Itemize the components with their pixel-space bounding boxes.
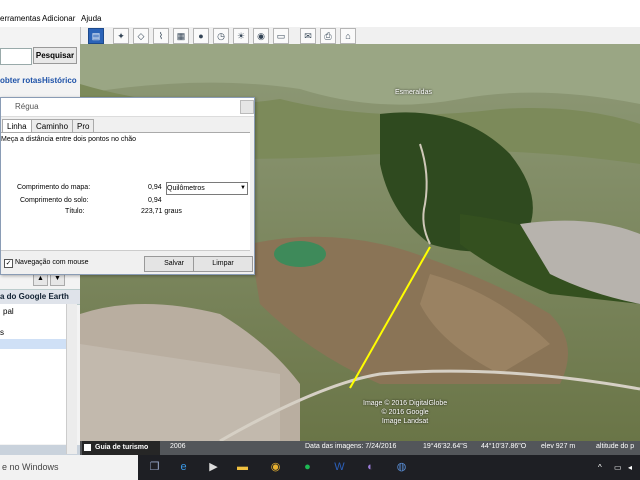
toolbar: ▤ ✦ ◇ ⌇ ▦ ● ◷ ☀ ◉ ▭ ✉ ⎙ ⌂ xyxy=(80,27,640,45)
tab-line[interactable]: Linha xyxy=(2,119,32,133)
imagery-credits: Image © 2016 DigitalGlobe © 2016 Google … xyxy=(363,399,447,426)
nav-mouse-checkbox[interactable]: ✓ xyxy=(4,259,13,268)
path-icon[interactable]: ⌇ xyxy=(153,28,169,44)
chevron-down-icon: ▼ xyxy=(240,185,246,191)
google-earth-icon[interactable]: ◍ xyxy=(393,459,410,476)
places-header[interactable]: a do Google Earth xyxy=(0,289,80,305)
sidebar-toggle-icon[interactable]: ▤ xyxy=(88,28,104,44)
map-length-label: Comprimento do mapa: xyxy=(17,184,91,191)
edge-icon[interactable]: e xyxy=(175,459,192,476)
imagery-date: Data das imagens: 7/24/2016 xyxy=(305,443,397,450)
heading-label: Título: xyxy=(65,208,85,215)
sidebar-scrollbar[interactable] xyxy=(66,304,77,454)
ground-length-label: Comprimento do solo: xyxy=(20,197,89,204)
ruler-icon[interactable]: ▭ xyxy=(273,28,289,44)
heading-value: 223,71 graus xyxy=(141,208,182,215)
tab-pro[interactable]: Pro xyxy=(72,119,95,133)
task-view-icon[interactable]: ❐ xyxy=(146,459,163,476)
ground-length-value: 0,94 xyxy=(148,197,162,204)
volume-icon[interactable]: ◂ xyxy=(628,463,632,472)
tray-chevron-icon[interactable]: ^ xyxy=(598,463,602,472)
app-icon[interactable]: ◐ xyxy=(362,459,379,476)
credit-line: © 2016 Google xyxy=(381,409,429,416)
credit-line: Image Landsat xyxy=(381,418,429,425)
tour-guide-tab[interactable]: Guia de turismo xyxy=(82,441,160,455)
dialog-title: Régua xyxy=(15,102,39,111)
map-length-value: 0,94 xyxy=(148,184,162,191)
place-label: Esmeraldas xyxy=(395,89,432,96)
polygon-icon[interactable]: ◇ xyxy=(133,28,149,44)
print-icon[interactable]: ⎙ xyxy=(320,28,336,44)
media-icon[interactable]: ▶ xyxy=(205,459,222,476)
list-item[interactable]: s xyxy=(0,328,4,337)
overlay-icon[interactable]: ▦ xyxy=(173,28,189,44)
timeline-year[interactable]: 2006 xyxy=(170,443,186,450)
historical-imagery-icon[interactable]: ◷ xyxy=(213,28,229,44)
close-icon[interactable] xyxy=(240,100,254,114)
nav-mouse-label: Navegação com mouse xyxy=(15,259,89,266)
tab-get-directions[interactable]: obter rotas xyxy=(0,76,42,85)
planets-icon[interactable]: ◉ xyxy=(253,28,269,44)
record-tour-icon[interactable]: ● xyxy=(193,28,209,44)
ruler-dialog: Régua Linha Caminho Pro Meça a distância… xyxy=(0,97,255,275)
taskbar-search-text: e no Windows xyxy=(2,462,59,472)
network-icon[interactable]: ▭ xyxy=(614,463,622,472)
dialog-title-bar[interactable]: Régua xyxy=(1,98,254,117)
taskbar: e no Windows ❐ e ▶ ▬ ◉ ● W ◐ ◍ ^ ▭ ◂ xyxy=(0,455,640,480)
list-item[interactable]: pal xyxy=(3,307,14,316)
view-in-maps-icon[interactable]: ⌂ xyxy=(340,28,356,44)
menu-add[interactable]: Adicionar xyxy=(42,14,75,23)
selected-row[interactable] xyxy=(0,339,66,349)
longitude: 44°10'37.86"O xyxy=(481,443,527,450)
ruler-panel: Meça a distância entre dois pontos no ch… xyxy=(1,132,250,251)
tab-history[interactable]: Histórico xyxy=(42,76,77,85)
search-input[interactable] xyxy=(0,48,32,65)
menu-bar: erramentas Adicionar Ajuda xyxy=(0,0,640,28)
credit-line: Image © 2016 DigitalGlobe xyxy=(363,400,448,407)
search-button[interactable]: Pesquisar xyxy=(33,47,77,64)
email-icon[interactable]: ✉ xyxy=(300,28,316,44)
tour-guide-label: Guia de turismo xyxy=(95,444,149,451)
sun-icon[interactable]: ☀ xyxy=(233,28,249,44)
unit-select[interactable]: Quilômetros ▼ xyxy=(166,182,248,195)
elevation: elev 927 m xyxy=(541,443,576,450)
grid-icon xyxy=(84,444,91,451)
word-icon[interactable]: W xyxy=(331,459,348,476)
menu-help[interactable]: Ajuda xyxy=(81,14,101,23)
places-list: pal s xyxy=(0,304,67,444)
taskbar-search[interactable]: e no Windows xyxy=(0,455,138,480)
clear-button[interactable]: Limpar xyxy=(193,256,253,272)
explorer-icon[interactable]: ▬ xyxy=(234,459,251,476)
tab-path[interactable]: Caminho xyxy=(31,119,74,133)
placemark-icon[interactable]: ✦ xyxy=(113,28,129,44)
status-bar: 2006 Data das imagens: 7/24/2016 19°46'3… xyxy=(80,441,640,455)
eye-altitude: altitude do p xyxy=(596,443,635,450)
chrome-icon[interactable]: ◉ xyxy=(267,459,284,476)
menu-tools[interactable]: erramentas xyxy=(0,14,40,23)
unit-select-value: Quilômetros xyxy=(167,185,205,192)
latitude: 19°46'32.64"S xyxy=(423,443,468,450)
spotify-icon[interactable]: ● xyxy=(299,459,316,476)
ruler-description: Meça a distância entre dois pontos no ch… xyxy=(1,136,137,143)
